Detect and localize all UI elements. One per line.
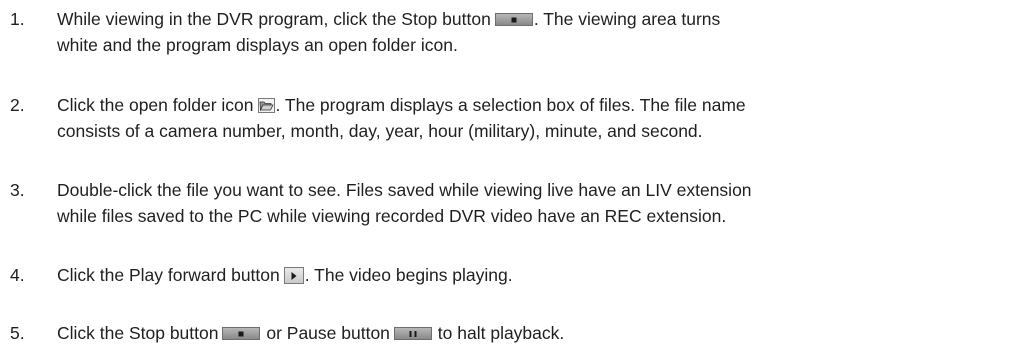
step-text: While viewing in the DVR program, click … <box>57 6 1012 58</box>
step-number: 3. <box>10 180 25 200</box>
step-line: Click the Play forward button . The video… <box>57 262 1012 288</box>
open-folder-icon <box>257 98 275 113</box>
stop-button-icon <box>494 13 533 26</box>
step-line: Click the Stop button or Pause button to… <box>57 320 1012 346</box>
pause-button-icon <box>393 327 432 340</box>
step-line: While viewing in the DVR program, click … <box>57 6 1012 32</box>
step-line: white and the program displays an open f… <box>57 35 458 55</box>
step-text-segment: Click the open folder icon <box>57 95 254 115</box>
step-text-segment: . The program displays a selection box o… <box>275 95 746 115</box>
step-text-segment: While viewing in the DVR program, click … <box>57 9 491 29</box>
step-text-segment: Click the Play forward button <box>57 265 280 285</box>
play-forward-button-icon <box>283 267 304 284</box>
step-text: Double-click the file you want to see. F… <box>57 177 1012 229</box>
step-line: Click the open folder icon . The program … <box>57 92 1012 118</box>
step-number: 2. <box>10 95 25 115</box>
instruction-steps: 1. While viewing in the DVR program, cli… <box>0 0 1021 358</box>
step-line: Double-click the file you want to see. F… <box>57 180 752 200</box>
step-text-segment: to halt playback. <box>437 323 565 343</box>
step-text-segment: . The video begins playing. <box>304 265 513 285</box>
step-text-segment: Click the Stop button <box>57 323 219 343</box>
step-number: 5. <box>10 323 25 343</box>
step-text: Click the Stop button or Pause button to… <box>57 320 1012 346</box>
step-number: 4. <box>10 265 25 285</box>
step-text-segment: or Pause button <box>266 323 390 343</box>
stop-button-icon <box>222 327 261 340</box>
step-text: Click the open folder icon . The program … <box>57 92 1012 144</box>
step-number: 1. <box>10 9 25 29</box>
step-text-segment: . The viewing area turns <box>533 9 721 29</box>
step-line: while files saved to the PC while viewin… <box>57 206 727 226</box>
step-line: consists of a camera number, month, day,… <box>57 121 703 141</box>
step-text: Click the Play forward button . The video… <box>57 262 1012 288</box>
